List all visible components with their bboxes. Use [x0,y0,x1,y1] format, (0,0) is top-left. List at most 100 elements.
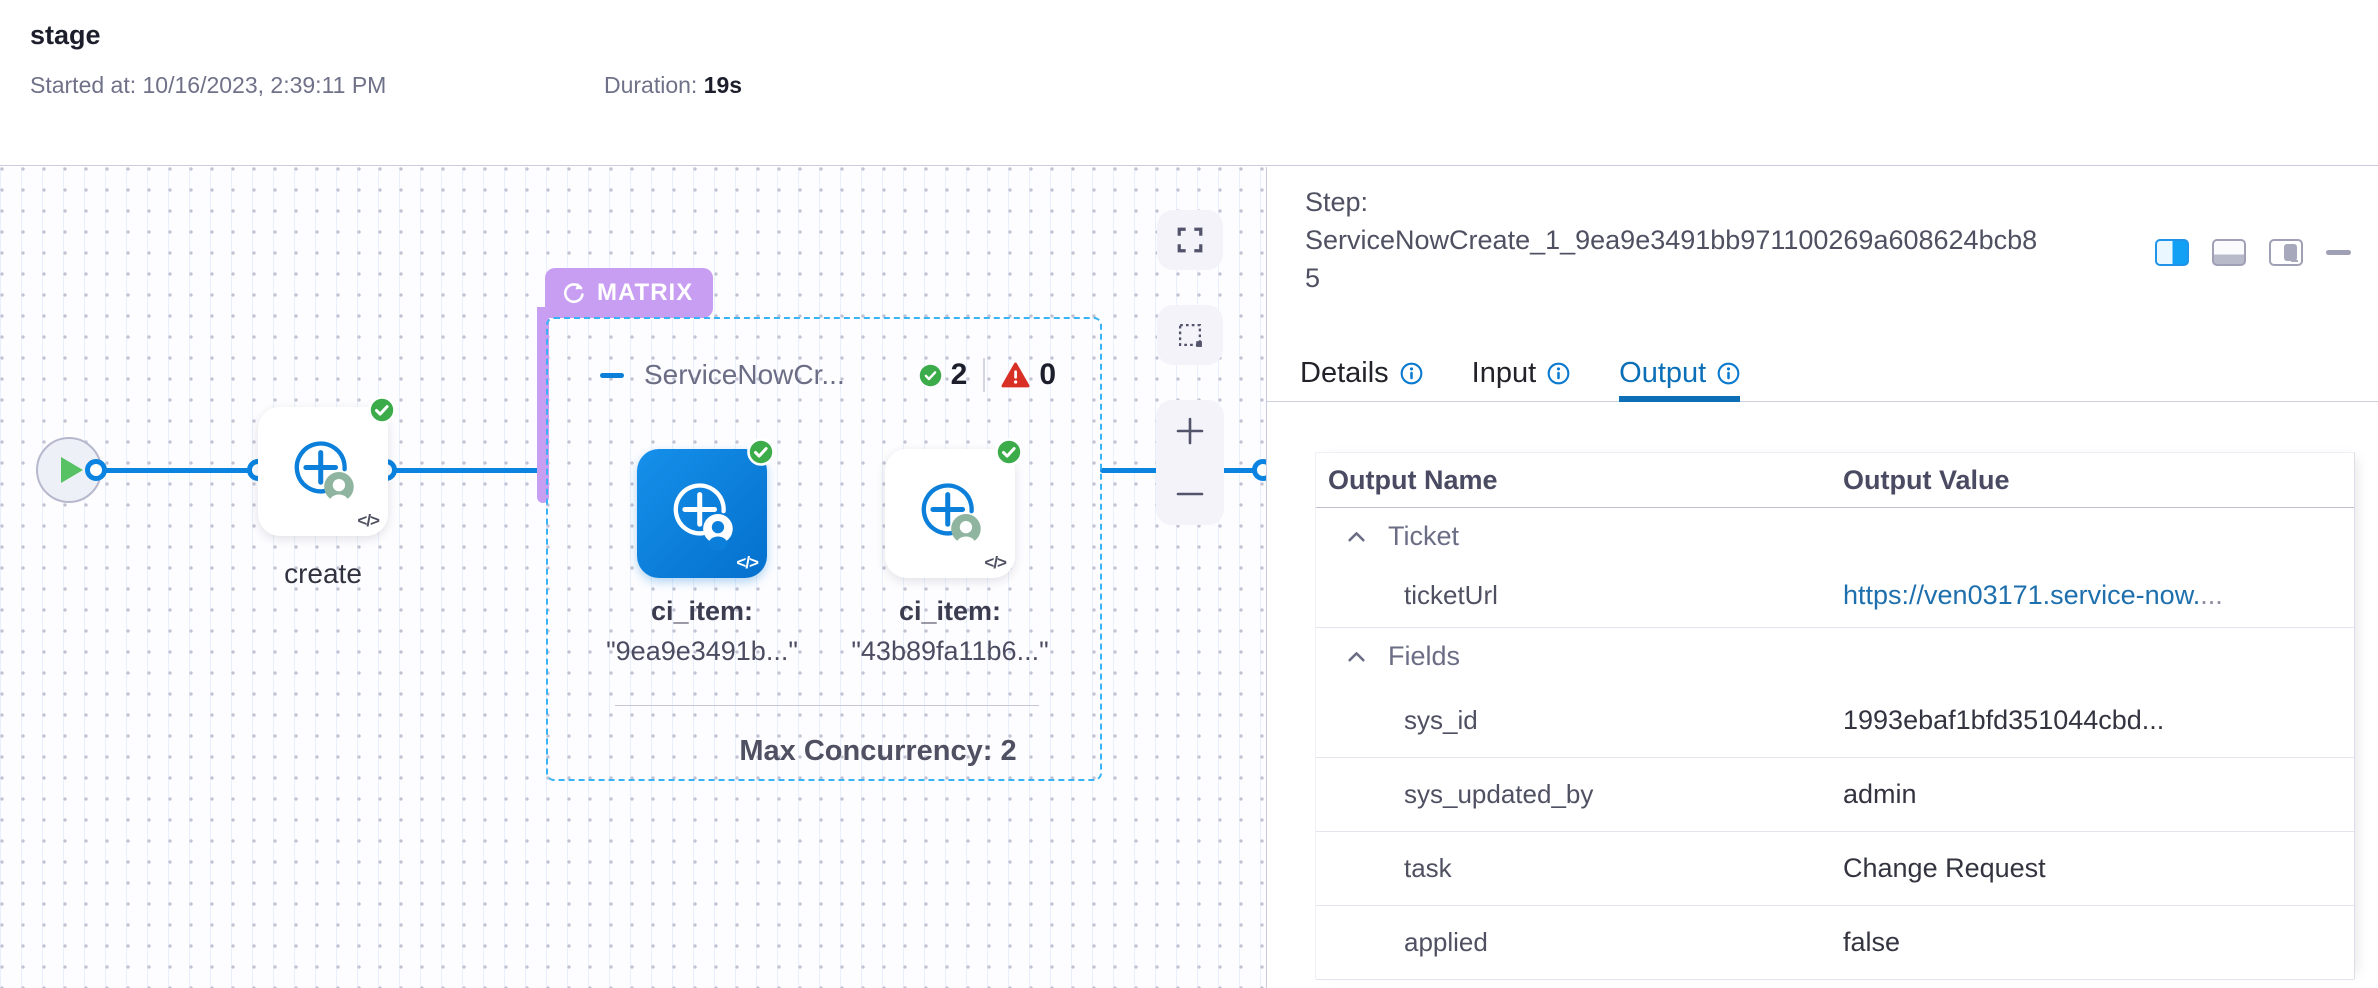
group-row-ticket[interactable]: Ticket [1316,508,2354,564]
output-name: task [1316,853,1452,884]
matrix-node-1[interactable]: </> [637,449,767,578]
node-create-label: create [228,558,418,590]
minimize-panel-button[interactable] [2326,250,2351,255]
zoom-controls [1156,400,1224,525]
output-value: 1993ebaf1bfd351044cbd... [1843,705,2164,736]
layout-floating-view-button[interactable] [2269,239,2303,266]
step-name: ServiceNowCreate_1_9ea9e3491bb971100269a… [1305,221,2050,297]
count-divider [983,358,985,392]
tab-details[interactable]: Details [1300,345,1423,401]
success-check-icon [994,437,1024,472]
column-output-name: Output Name [1316,465,1498,496]
table-row: applied false [1316,906,2354,980]
tab-input-label: Input [1472,357,1537,390]
code-glyph: </> [357,511,379,531]
group-row-fields[interactable]: Fields [1316,628,2354,684]
matrix-status-counts: 2 0 [919,358,1056,392]
chevron-up-icon[interactable] [1347,529,1366,544]
node-create[interactable]: </> [258,407,388,536]
matrix-title: ServiceNowCr... [644,359,919,391]
matrix-node-1-label: ci_item: "9ea9e3491b..." [567,591,837,671]
table-header-row: Output Name Output Value [1316,453,2354,508]
param-value: "43b89fa11b6..." [851,636,1048,666]
code-glyph: </> [984,553,1006,573]
max-concurrency-label: Max Concurrency: 2 [698,735,1058,768]
step-label: Step: [1305,183,2050,221]
param-name: ci_item: [899,596,1001,626]
tab-input[interactable]: Input [1472,345,1571,401]
page-title: stage [30,20,101,51]
output-name: sys_id [1316,705,1478,736]
success-check-icon [367,395,397,430]
panel-layout-controls [2155,239,2351,266]
started-at-value: 10/16/2023, 2:39:11 PM [143,72,387,98]
duration-value: 19s [704,72,742,98]
output-name: sys_updated_by [1316,779,1593,810]
param-value: "9ea9e3491b..." [606,636,798,666]
play-icon [60,456,84,484]
fit-to-screen-button[interactable] [1157,210,1223,270]
port-stage-out [1252,459,1267,481]
step-details-panel: Step: ServiceNowCreate_1_9ea9e3491bb9711… [1267,167,2378,988]
selection-box-icon [1177,322,1204,349]
success-check-icon [746,437,776,472]
collapse-matrix-button[interactable] [600,373,624,378]
info-icon[interactable] [1400,362,1423,385]
servicenow-step-icon [661,473,743,555]
pipeline-canvas[interactable]: </> create MATRIX ServiceNowCr... [0,167,1267,988]
stage-header: stage Started at: 10/16/2023, 2:39:11 PM… [0,0,2378,166]
output-value: Change Request [1843,853,2046,884]
edge-create-to-matrix [386,468,542,473]
matrix-header: ServiceNowCr... 2 0 [600,355,1056,395]
output-value: admin [1843,779,1917,810]
code-glyph: </> [736,553,758,573]
matrix-node-2[interactable]: </> [885,449,1015,578]
info-icon[interactable] [1717,362,1740,385]
group-label: Ticket [1388,521,1459,552]
table-row: ticketUrl https://ven03171.service-now..… [1316,564,2354,628]
duration: Duration: 19s [604,72,742,99]
info-icon[interactable] [1547,362,1570,385]
servicenow-step-icon [282,431,364,513]
tab-details-label: Details [1300,357,1389,390]
group-label: Fields [1388,641,1460,672]
panel-tabs: Details Input Output [1267,345,2378,402]
matrix-footer-divider [615,705,1039,706]
chevron-up-icon[interactable] [1347,649,1366,664]
output-value-link[interactable]: https://ven03171.service-now.... [1843,580,2223,611]
layout-bottom-view-button[interactable] [2212,239,2246,266]
success-count-icon [919,364,942,387]
layout-right-view-button[interactable] [2155,239,2189,266]
duration-label: Duration: [604,72,697,98]
output-table: Output Name Output Value Ticket ticketUr… [1315,452,2355,979]
fullscreen-icon [1176,226,1204,254]
success-count: 2 [951,358,968,392]
edge-start-to-create [96,468,258,473]
started-at-label: Started at: [30,72,136,98]
table-row: sys_updated_by admin [1316,758,2354,832]
port-start-out [85,459,107,481]
output-value: false [1843,927,1900,958]
table-row: sys_id 1993ebaf1bfd351044cbd... [1316,684,2354,758]
output-name: ticketUrl [1316,580,1498,611]
tab-output-label: Output [1619,357,1706,390]
param-name: ci_item: [651,596,753,626]
table-row: task Change Request [1316,832,2354,906]
started-at: Started at: 10/16/2023, 2:39:11 PM [30,72,386,99]
matrix-badge[interactable]: MATRIX [545,268,713,318]
tab-output[interactable]: Output [1619,345,1740,401]
step-heading: Step: ServiceNowCreate_1_9ea9e3491bb9711… [1305,183,2050,297]
marquee-select-button[interactable] [1157,305,1223,365]
fail-count-icon [1001,362,1030,389]
servicenow-step-icon [909,473,991,555]
matrix-node-2-label: ci_item: "43b89fa11b6..." [815,591,1085,671]
pipeline-execution-view: stage Started at: 10/16/2023, 2:39:11 PM… [0,0,2378,988]
fail-count: 0 [1039,358,1056,392]
matrix-group[interactable]: ServiceNowCr... 2 0 [546,317,1102,781]
column-output-value: Output Value [1843,465,2010,496]
zoom-out-button[interactable] [1175,479,1205,509]
zoom-in-button[interactable] [1175,416,1205,446]
output-name: applied [1316,927,1488,958]
loop-icon [561,280,587,306]
matrix-badge-label: MATRIX [597,279,693,307]
